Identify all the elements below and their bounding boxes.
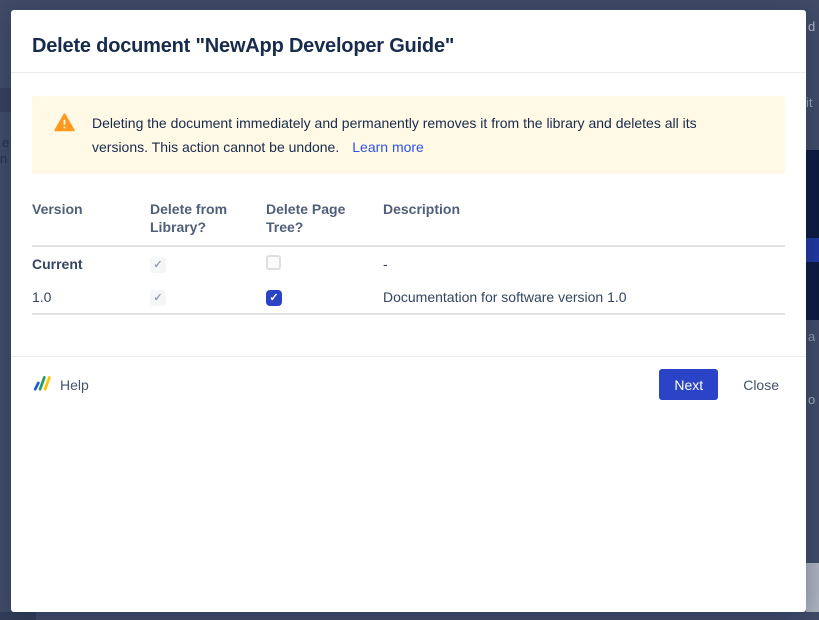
backdrop-selected-row [806, 238, 819, 262]
help-button[interactable]: Help [32, 373, 89, 397]
backdrop-light-panel [806, 563, 819, 612]
description-cell: Documentation for software version 1.0 [383, 289, 785, 305]
backdrop-fragment: e [2, 136, 9, 150]
delete-page-tree-checkbox[interactable] [266, 255, 281, 270]
delete-document-dialog: Delete document "NewApp Developer Guide"… [11, 10, 806, 612]
column-header-description: Description [383, 200, 785, 218]
spacer [32, 315, 785, 356]
backdrop-corner-block [0, 612, 36, 620]
backdrop-dark-block [0, 88, 11, 112]
delete-page-tree-checkbox[interactable] [266, 290, 282, 306]
backdrop-fragment: a [808, 330, 815, 344]
backdrop-navy-panel [806, 150, 819, 320]
delete-from-library-cell [150, 288, 266, 307]
learn-more-link[interactable]: Learn more [352, 139, 424, 155]
delete-page-tree-cell [266, 255, 383, 273]
column-header-delete-from-library: Delete from Library? [150, 200, 266, 236]
warning-icon [54, 111, 75, 137]
document-version-rows: Current - 1.0 Documentation for software… [32, 247, 785, 315]
dialog-body: Deleting the document immediately and pe… [11, 73, 806, 356]
k15t-logo-icon [32, 373, 51, 397]
dialog-title: Delete document "NewApp Developer Guide" [32, 35, 785, 58]
version-cell: Current [32, 256, 150, 272]
delete-from-library-checkbox [150, 257, 166, 273]
footer-actions: Next Close [659, 369, 785, 400]
column-header-delete-page-tree: Delete Page Tree? [266, 200, 383, 236]
dialog-header: Delete document "NewApp Developer Guide" [11, 10, 806, 73]
backdrop-fragment: d [808, 20, 815, 34]
table-row: 1.0 Documentation for software version 1… [32, 281, 785, 315]
backdrop-fragment: o [808, 393, 815, 407]
help-label: Help [60, 377, 89, 393]
backdrop-fragment: it [806, 96, 813, 110]
column-header-version: Version [32, 200, 150, 218]
close-button[interactable]: Close [737, 377, 785, 393]
delete-from-library-cell [150, 255, 266, 274]
warning-banner: Deleting the document immediately and pe… [32, 96, 785, 174]
version-cell: 1.0 [32, 289, 150, 305]
next-button[interactable]: Next [659, 369, 718, 400]
versions-table: Version Delete from Library? Delete Page… [32, 200, 785, 315]
description-cell: - [383, 256, 785, 272]
warning-text: Deleting the document immediately and pe… [92, 111, 740, 159]
versions-table-header: Version Delete from Library? Delete Page… [32, 200, 785, 247]
delete-from-library-checkbox [150, 290, 166, 306]
delete-page-tree-cell [266, 288, 383, 307]
dialog-footer: Help Next Close [11, 356, 806, 413]
table-row: Current - [32, 247, 785, 281]
